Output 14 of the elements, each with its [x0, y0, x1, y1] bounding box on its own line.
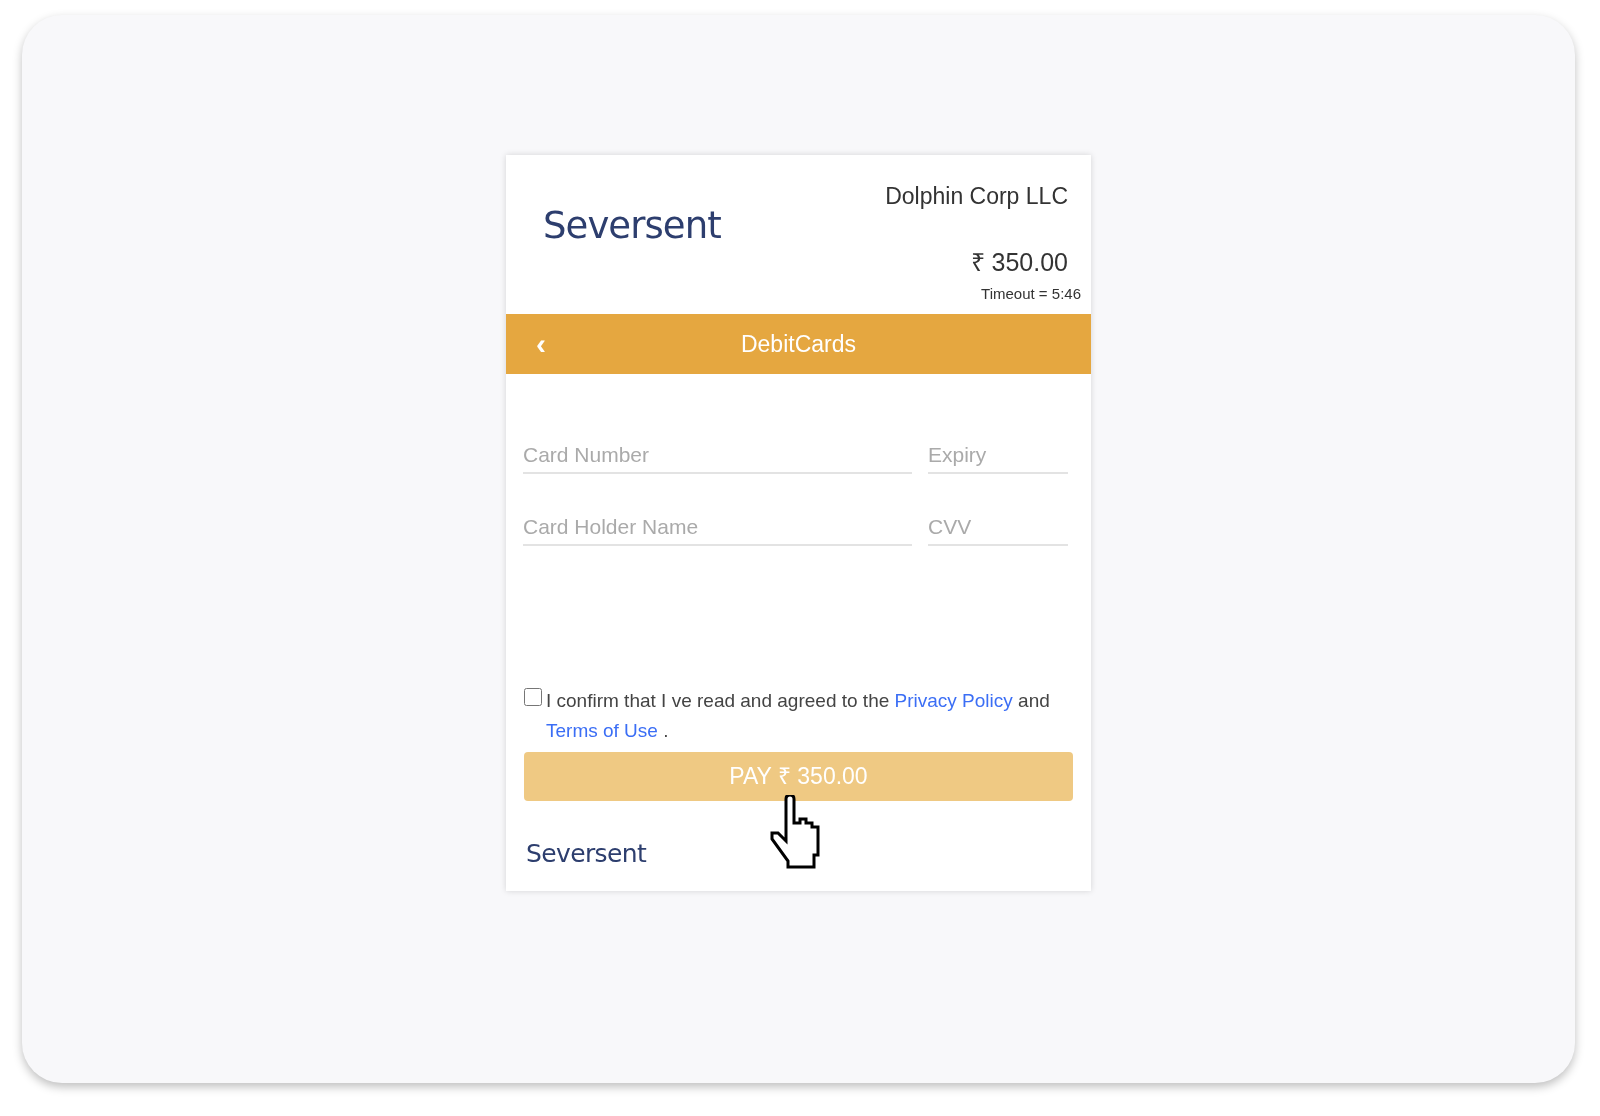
- input-field[interactable]: Expiry: [928, 438, 1068, 474]
- consent-text: I confirm that I ve read and agreed to the Privacy Policy and Terms of Use .: [546, 689, 1051, 743]
- method-title: DebitCards: [740, 329, 856, 359]
- input-field[interactable]: CVV: [928, 510, 1068, 546]
- policy-link[interactable]: Terms of Use: [546, 720, 658, 741]
- brand-logo: Seversent: [543, 207, 721, 244]
- amount-text: ₹ 350.00: [970, 246, 1069, 278]
- input-field[interactable]: Card Number: [523, 438, 912, 474]
- footer-logo: Seversent: [526, 838, 647, 870]
- input-field[interactable]: Card Holder Name: [523, 510, 912, 546]
- policy-link[interactable]: Privacy Policy: [894, 690, 1013, 711]
- merchant-name: Dolphin Corp LLC: [885, 182, 1069, 211]
- consent-checkbox[interactable]: [524, 688, 542, 706]
- timeout-text: Timeout = 5:46: [981, 285, 1081, 303]
